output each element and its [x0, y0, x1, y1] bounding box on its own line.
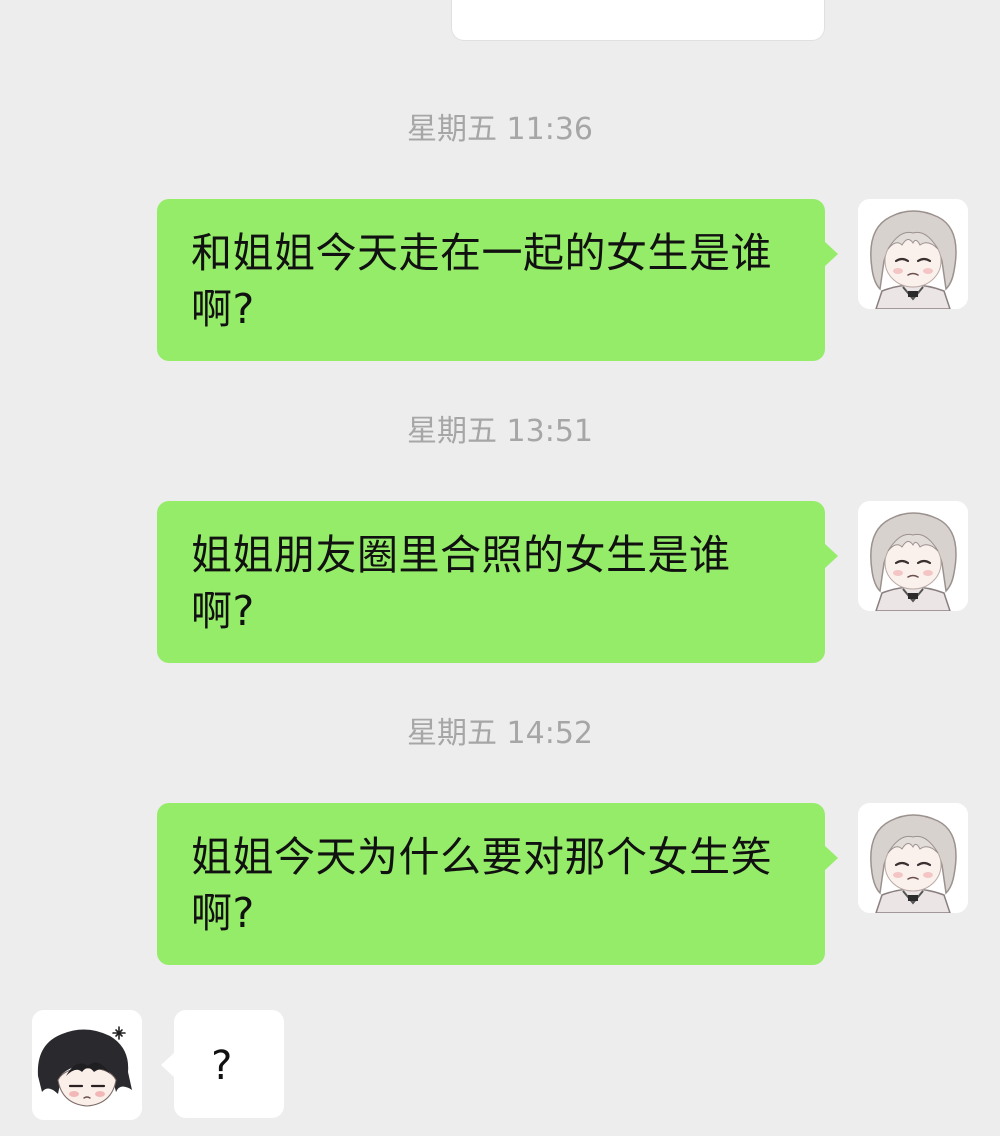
message-text: 姐姐朋友圈里合照的女生是谁啊? — [191, 531, 731, 635]
dark-haired-chibi-avatar-icon[interactable] — [32, 1010, 142, 1120]
reply-text: ? — [211, 1043, 233, 1089]
message-text: 姐姐今天为什么要对那个女生笑啊? — [191, 833, 772, 937]
message-text: 和姐姐今天走在一起的女生是谁啊? — [191, 229, 772, 333]
message-timestamp: 星期五 13:51 — [407, 414, 593, 449]
outgoing-message-bubble[interactable]: 和姐姐今天走在一起的女生是谁啊? — [157, 199, 838, 361]
previous-message-bubble[interactable] — [452, 0, 824, 40]
light-haired-chibi-avatar-icon[interactable] — [858, 803, 968, 913]
chat-view: 星期五 11:36 和姐姐今天走在一起的女生是谁啊? 星期五 13:51 姐姐朋… — [0, 0, 1000, 1136]
outgoing-message-bubble[interactable]: 姐姐朋友圈里合照的女生是谁啊? — [157, 501, 838, 663]
incoming-message-bubble[interactable]: ? — [161, 1010, 284, 1118]
message-timestamp: 星期五 14:52 — [407, 716, 593, 751]
light-haired-chibi-avatar-icon[interactable] — [858, 199, 968, 309]
outgoing-message-bubble[interactable]: 姐姐今天为什么要对那个女生笑啊? — [157, 803, 838, 965]
light-haired-chibi-avatar-icon[interactable] — [858, 501, 968, 611]
message-timestamp: 星期五 11:36 — [407, 112, 593, 147]
